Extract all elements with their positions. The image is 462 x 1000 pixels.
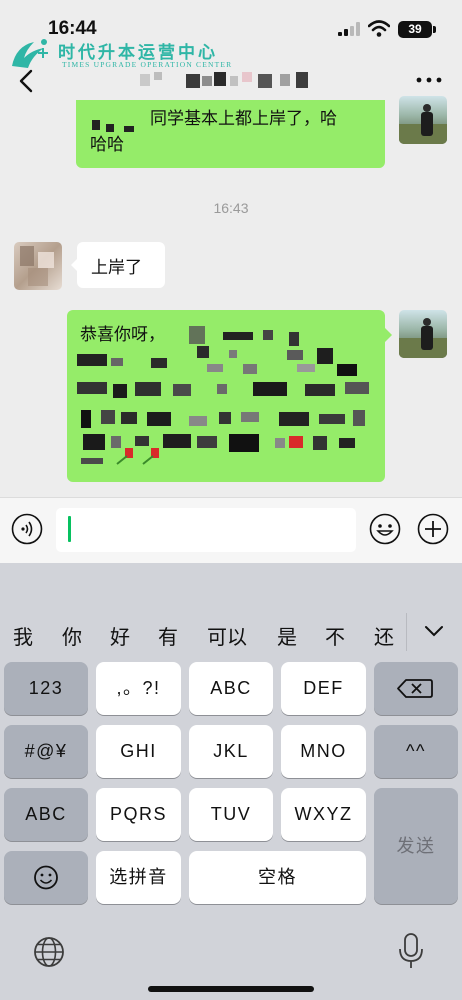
message-bubble-outgoing-redacted[interactable]: 恭喜你呀， (67, 310, 392, 482)
candidate-word[interactable]: 是 (277, 621, 297, 650)
message-text-line-2: 哈哈 (90, 135, 124, 155)
voice-input-button[interactable] (11, 513, 43, 545)
text-caret (68, 516, 71, 542)
key-label: ,。?! (116, 678, 161, 698)
key-123[interactable]: 123 (4, 662, 88, 715)
emoji-button[interactable] (369, 513, 401, 545)
key-abc[interactable]: ABC (189, 662, 273, 715)
avatar-self[interactable] (399, 96, 447, 144)
key-label: 选拼音 (109, 867, 168, 887)
candidate-word[interactable]: 我 (13, 621, 33, 650)
message-text: 上岸了 (91, 258, 142, 278)
message-bubble-outgoing[interactable]: 同学基本上都上岸了，哈 哈哈 (76, 100, 385, 168)
home-indicator[interactable] (148, 986, 314, 992)
watermark-subtitle: TIMES UPGRADE OPERATION CENTER (62, 60, 233, 69)
key-emoticon[interactable]: ^^ (374, 725, 458, 778)
key-label: DEF (303, 678, 344, 698)
avatar-self[interactable] (399, 310, 447, 358)
key-label: GHI (120, 741, 157, 761)
key-pinyin-select[interactable]: 选拼音 (96, 851, 181, 904)
key-pqrs[interactable]: PQRS (96, 788, 181, 841)
chat-input-bar (0, 497, 462, 564)
key-ghi[interactable]: GHI (96, 725, 181, 778)
candidate-divider (406, 613, 407, 651)
key-label: 发送 (396, 836, 436, 856)
avatar-photo (399, 318, 447, 358)
plus-button[interactable] (417, 513, 449, 545)
key-emoji[interactable] (4, 851, 88, 904)
backspace-key[interactable] (374, 662, 458, 715)
wifi-icon (368, 20, 390, 37)
key-label: ABC (25, 804, 67, 824)
message-input[interactable] (56, 508, 356, 552)
candidate-word[interactable]: 可以 (207, 621, 247, 650)
key-abc-mode[interactable]: ABC (4, 788, 88, 841)
key-label: JKL (213, 741, 249, 761)
avatar-contact[interactable] (14, 242, 62, 290)
space-key[interactable]: 空格 (189, 851, 366, 904)
key-label: PQRS (109, 804, 167, 824)
more-options-button[interactable] (414, 70, 444, 90)
microphone-icon[interactable] (397, 932, 425, 970)
key-punctuation[interactable]: ,。?! (96, 662, 181, 715)
battery-tip (433, 26, 436, 33)
key-label: MNO (300, 741, 347, 761)
chat-title-redacted (140, 72, 308, 88)
emoji-icon (34, 865, 58, 890)
bubble-tail (385, 328, 392, 342)
candidate-word[interactable]: 不 (325, 621, 345, 650)
candidate-word[interactable]: 还 (374, 621, 394, 650)
key-mno[interactable]: MNO (281, 725, 366, 778)
key-label: ^^ (406, 741, 426, 761)
pinyin-keyboard: 我 你 好 有 可以 是 不 还 123 ,。?! ABC DEF #@¥ GH… (0, 563, 462, 1000)
redacted-text (92, 120, 134, 132)
time-separator: 16:43 (213, 200, 249, 216)
key-def[interactable]: DEF (281, 662, 366, 715)
key-symbols[interactable]: #@¥ (4, 725, 88, 778)
key-label: WXYZ (294, 804, 353, 824)
key-label: ABC (210, 678, 252, 698)
key-label: 123 (28, 678, 64, 698)
key-label: TUV (210, 804, 252, 824)
candidate-word[interactable]: 好 (110, 621, 130, 650)
expand-candidates-button[interactable] (420, 621, 448, 641)
globe-icon[interactable] (32, 935, 66, 969)
send-key[interactable]: 发送 (374, 788, 458, 904)
message-text-line-1: 同学基本上都上岸了，哈 (150, 109, 337, 129)
candidate-word[interactable]: 有 (158, 621, 178, 650)
back-button[interactable] (12, 66, 42, 96)
avatar-photo (399, 104, 447, 144)
signal-icon (338, 22, 360, 36)
battery-indicator: 39 (398, 21, 432, 38)
redacted-content (77, 326, 369, 465)
key-label: #@¥ (24, 741, 68, 761)
backspace-icon (397, 679, 433, 698)
candidate-word[interactable]: 你 (62, 621, 82, 650)
avatar-photo-blurred (20, 246, 54, 286)
key-wxyz[interactable]: WXYZ (281, 788, 366, 841)
key-label: 空格 (258, 867, 297, 887)
message-bubble-incoming[interactable]: 上岸了 (71, 242, 165, 288)
key-tuv[interactable]: TUV (189, 788, 273, 841)
candidate-bar: 我 你 好 有 可以 是 不 还 (0, 605, 462, 661)
key-jkl[interactable]: JKL (189, 725, 273, 778)
bubble-tail (71, 258, 78, 272)
